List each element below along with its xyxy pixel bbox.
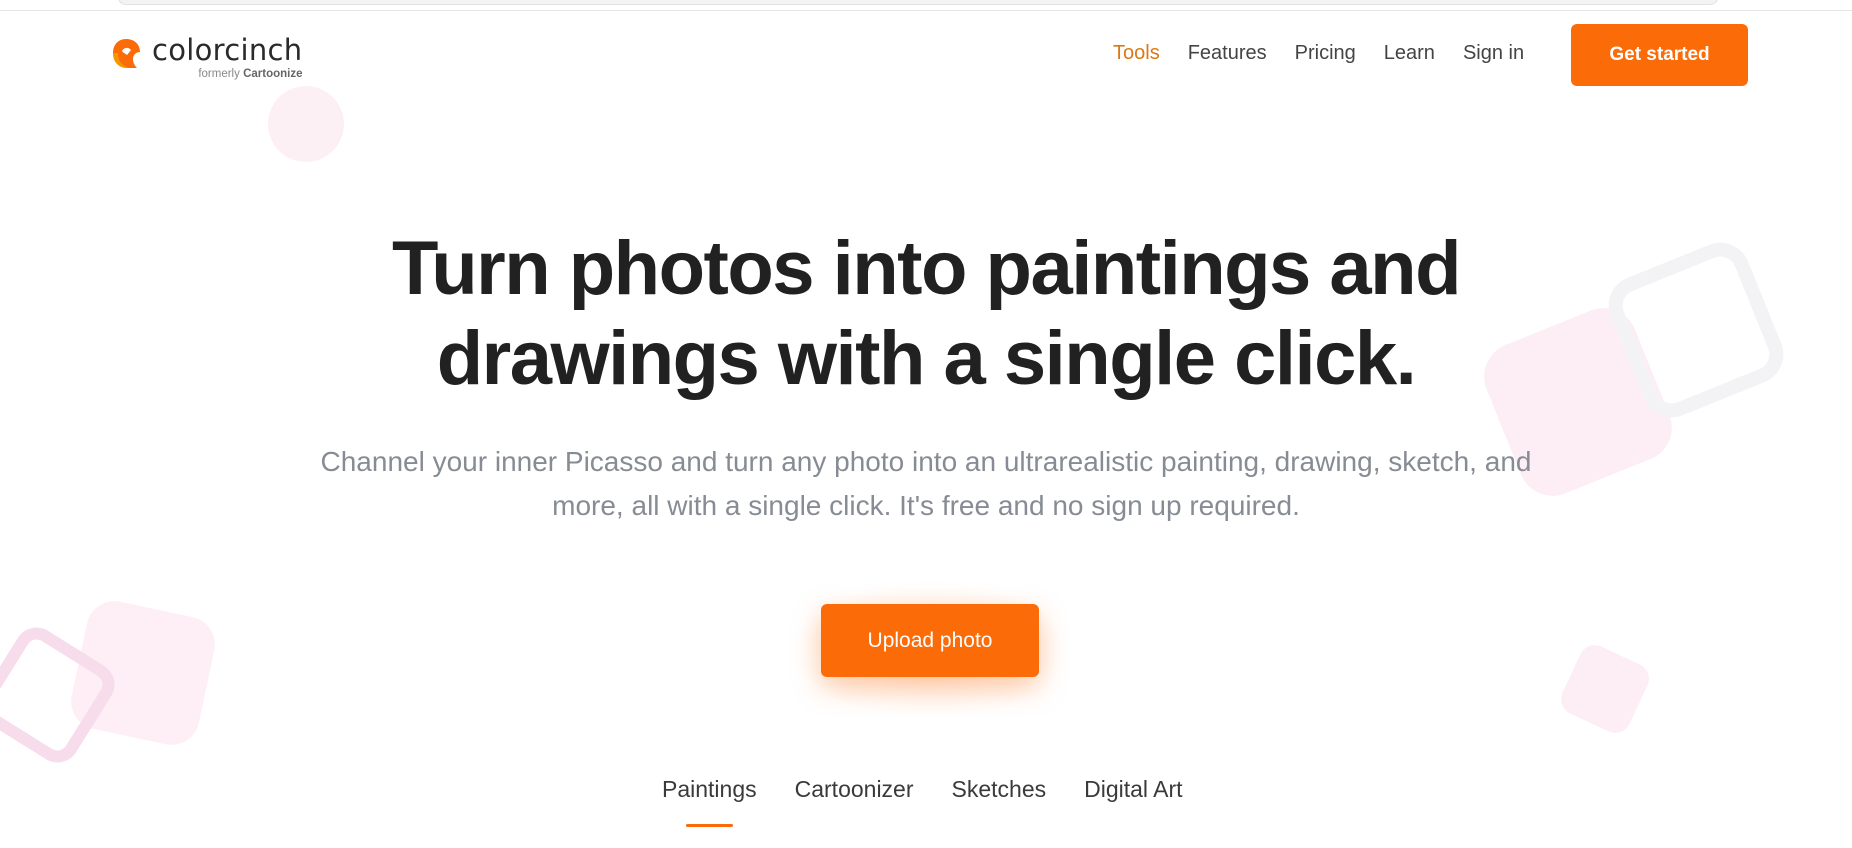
site-header: colorcinch formerly Cartoonize Tools Fea…: [0, 22, 1852, 86]
nav-link-learn[interactable]: Learn: [1384, 42, 1435, 65]
brand-name: colorcinch: [152, 33, 303, 67]
hero-subtitle-line-2: more, all with a single click. It's free…: [552, 490, 1300, 521]
formerly-name: Cartoonize: [243, 68, 303, 80]
hero-subtitle: Channel your inner Picasso and turn any …: [276, 440, 1576, 528]
tab-sketches[interactable]: Sketches: [952, 776, 1047, 803]
style-tabs: Paintings Cartoonizer Sketches Digital A…: [662, 776, 1221, 827]
upload-photo-button[interactable]: Upload photo: [821, 604, 1039, 677]
decorative-circle: [268, 86, 344, 162]
brand-formerly: formerly Cartoonize: [152, 68, 303, 81]
get-started-button[interactable]: Get started: [1571, 24, 1748, 86]
hero-title-line-2: drawings with a single click.: [436, 316, 1417, 401]
logo[interactable]: colorcinch formerly Cartoonize: [112, 36, 302, 81]
formerly-prefix: formerly: [198, 68, 240, 80]
tab-cartoonizer[interactable]: Cartoonizer: [795, 776, 914, 803]
browser-top-strip: [0, 0, 1852, 11]
tab-paintings[interactable]: Paintings: [662, 776, 757, 827]
tab-digital-art[interactable]: Digital Art: [1084, 776, 1182, 803]
decorative-triangle: [1555, 639, 1655, 739]
hero-subtitle-line-1: Channel your inner Picasso and turn any …: [320, 446, 1532, 477]
main-nav: Tools Features Pricing Learn Sign in: [1113, 42, 1552, 65]
hero-title: Turn photos into paintings and drawings …: [226, 224, 1626, 404]
nav-link-sign-in[interactable]: Sign in: [1463, 42, 1524, 65]
colorcinch-logo-icon: [112, 37, 142, 69]
nav-link-features[interactable]: Features: [1188, 42, 1267, 65]
nav-link-pricing[interactable]: Pricing: [1295, 42, 1356, 65]
page: colorcinch formerly Cartoonize Tools Fea…: [0, 0, 1852, 848]
browser-address-bar[interactable]: [118, 0, 1718, 5]
nav-link-tools[interactable]: Tools: [1113, 42, 1160, 65]
hero-title-line-1: Turn photos into paintings and: [391, 226, 1462, 311]
